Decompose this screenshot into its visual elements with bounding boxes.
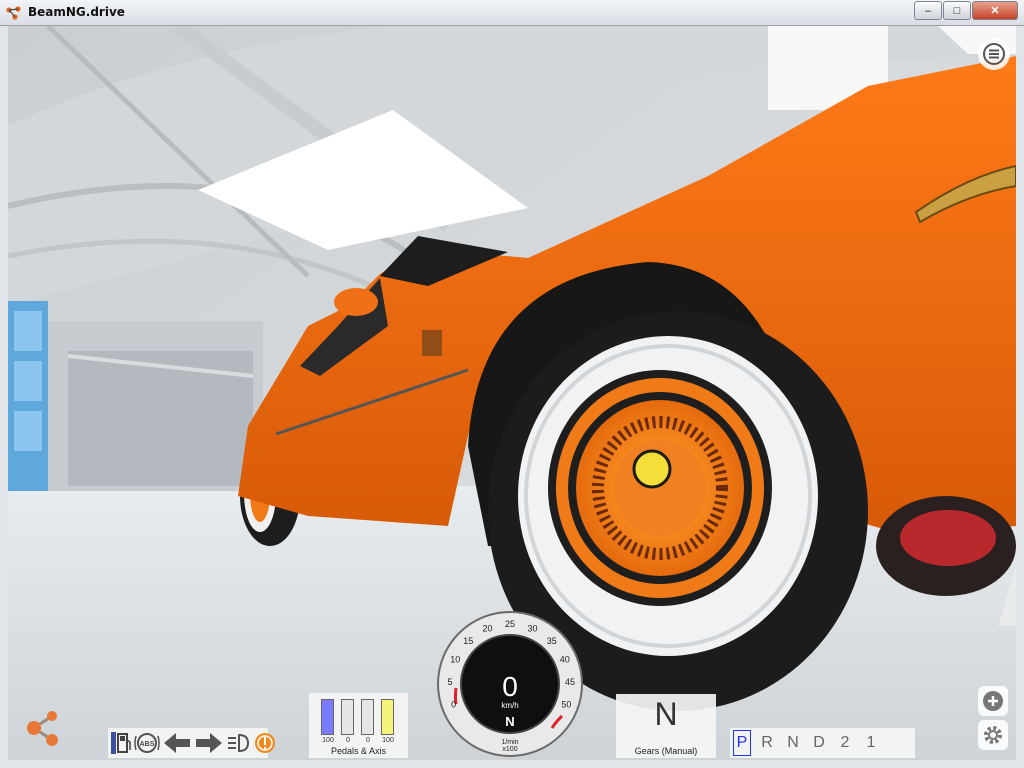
minimize-button[interactable]: – xyxy=(914,1,942,20)
rpm-tick-label: 5 xyxy=(447,677,452,687)
shift-position[interactable]: R xyxy=(754,734,780,752)
rpm-multiplier: x100 xyxy=(502,746,517,753)
right-turn-signal-icon xyxy=(196,733,222,753)
maximize-button[interactable]: □ xyxy=(943,1,971,20)
zoom-in-button[interactable] xyxy=(978,686,1008,716)
rpm-tick-label: 50 xyxy=(561,700,571,710)
beamng-app-icon xyxy=(6,6,21,20)
settings-button[interactable] xyxy=(978,720,1008,750)
gears-panel: N Gears (Manual) xyxy=(616,694,716,758)
pedal-bar-clutch xyxy=(361,699,374,735)
window-frame-left xyxy=(0,26,8,768)
pedal-fill xyxy=(382,700,393,734)
window-title: BeamNG.drive xyxy=(28,5,125,19)
pedal-bar-steering xyxy=(381,699,394,735)
rpm-tick-label: 45 xyxy=(565,677,575,687)
hamburger-menu-icon xyxy=(983,43,1005,65)
pedal-bar-throttle xyxy=(321,699,334,735)
pedals-axis-panel: 100 0 0 100 Pedals & Axis xyxy=(309,693,408,758)
abs-label: ABS xyxy=(140,741,155,748)
brake-warning-indicator xyxy=(252,730,278,756)
zoom-in-icon xyxy=(983,691,1003,711)
pedal-value: 0 xyxy=(366,737,370,744)
pedal-fill xyxy=(322,700,333,734)
indicator-strip: ABS xyxy=(108,728,275,758)
shift-position[interactable]: 2 xyxy=(832,734,858,752)
tachometer: 05101520 25 3035404550 0 km/h N 1/min x100 xyxy=(437,611,583,757)
rpm-tick-label: 0 xyxy=(451,700,456,710)
brake-warning-icon xyxy=(255,733,275,753)
pedals-label: Pedals & Axis xyxy=(330,746,387,756)
shift-position[interactable]: N xyxy=(780,734,806,752)
rpm-tick-label: 20 xyxy=(482,623,492,633)
current-gear: N xyxy=(654,696,678,732)
shift-position[interactable]: D xyxy=(806,734,832,752)
pedal-bar-brake xyxy=(341,699,354,735)
shift-position[interactable]: 1 xyxy=(858,734,884,752)
abs-icon: ABS xyxy=(134,733,160,753)
fuel-gauge xyxy=(110,730,132,756)
gears-label: Gears (Manual) xyxy=(634,746,698,756)
left-turn-signal-icon xyxy=(164,733,190,753)
menu-button[interactable] xyxy=(978,38,1010,70)
pedal-value: 100 xyxy=(382,737,394,744)
rpm-tick-label: 35 xyxy=(547,636,557,646)
headlight-icon xyxy=(228,733,250,753)
rpm-tick-label: 10 xyxy=(450,655,460,665)
rpm-tick-label: 15 xyxy=(463,636,473,646)
rpm-tick-label: 30 xyxy=(527,623,537,633)
pedal-value: 0 xyxy=(346,737,350,744)
pedal-value: 100 xyxy=(322,737,334,744)
right-turn-signal xyxy=(194,730,224,756)
tacho-gear: N xyxy=(505,714,514,729)
window-titlebar[interactable]: BeamNG.drive – □ ✕ xyxy=(0,0,1024,26)
window-controls: – □ ✕ xyxy=(913,1,1018,20)
abs-indicator: ABS xyxy=(134,730,160,756)
shift-position[interactable]: P xyxy=(733,730,751,756)
speed-value: 0 xyxy=(502,671,518,702)
game-viewport[interactable]: ABS 100 0 0 100 Pedals & Axis 0 5 10 15 … xyxy=(8,26,1016,760)
window-frame-right xyxy=(1016,26,1024,768)
headlight-indicator xyxy=(226,730,250,756)
rpm-tick-label: 40 xyxy=(560,655,570,665)
rpm-unit: 1/min xyxy=(501,739,518,746)
settings-icon xyxy=(984,726,1002,744)
beamng-logo[interactable] xyxy=(22,706,66,750)
close-button[interactable]: ✕ xyxy=(972,1,1018,20)
speed-unit: km/h xyxy=(501,701,518,710)
shifter-strip: P R N D 2 1 xyxy=(730,728,915,758)
rpm-tick-label: 25 xyxy=(505,619,515,629)
left-turn-signal xyxy=(162,730,192,756)
window-frame-bottom xyxy=(0,760,1024,768)
fuel-icon xyxy=(111,732,131,754)
